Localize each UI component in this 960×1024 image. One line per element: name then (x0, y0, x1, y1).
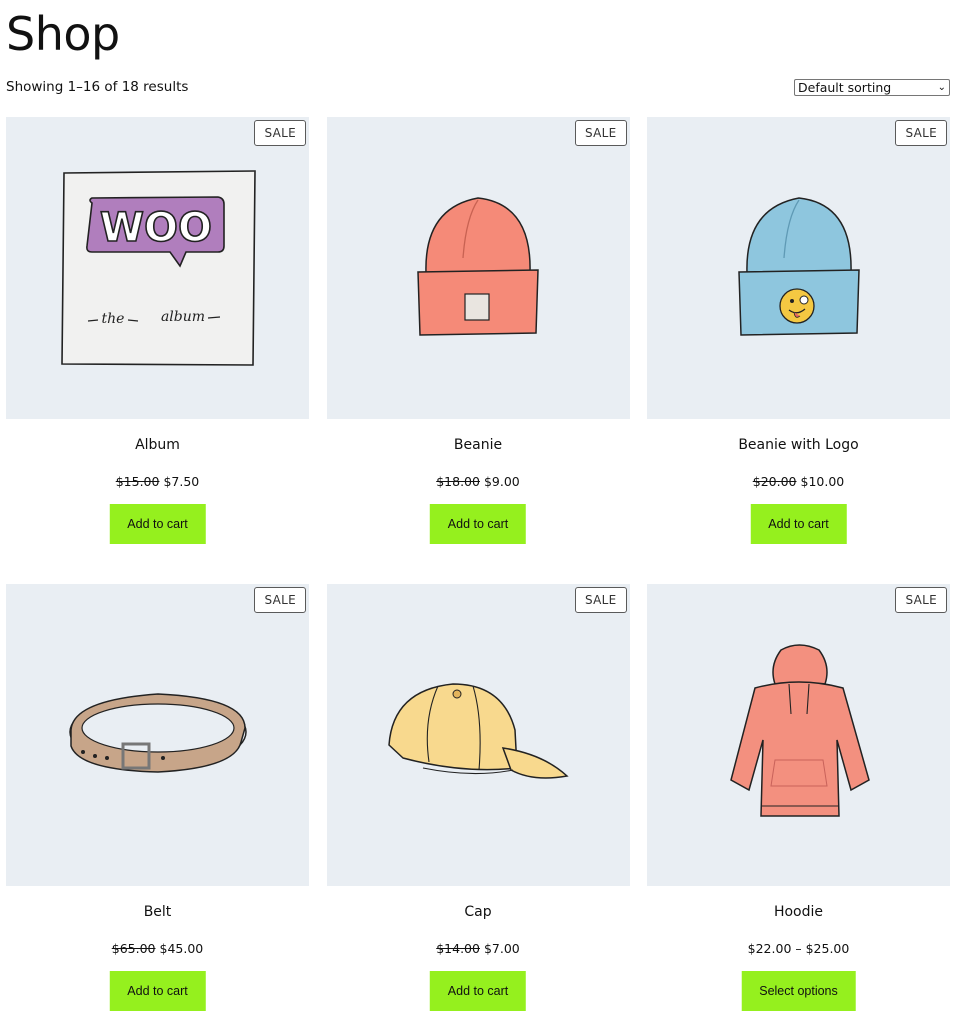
shop-page: Shop Showing 1–16 of 18 results Default … (0, 0, 960, 1024)
product-image[interactable]: SALE (6, 584, 309, 886)
product-name[interactable]: Hoodie (647, 904, 950, 920)
product-name[interactable]: Cap (327, 904, 630, 920)
product-card: SALE Beanie with Logo $20.00 $10.00 Add t… (647, 117, 950, 544)
result-count: Showing 1–16 of 18 results (6, 79, 189, 95)
add-to-cart-button[interactable]: Add to cart (109, 504, 206, 544)
album-art-icon: WOO the album (60, 170, 256, 366)
product-card: SALE Belt $65.00 $45.00 Add to cart (6, 584, 309, 1011)
sale-price: $7.50 (163, 474, 200, 489)
sale-badge: SALE (574, 587, 627, 613)
product-grid: WOO the album SALE Album $15.00 $7.50 Add… (6, 117, 950, 1011)
add-to-cart-button[interactable]: Add to cart (429, 971, 527, 1011)
product-price: $22.00 – $25.00 (647, 941, 950, 956)
sorting-selected-value: Default sorting (798, 80, 892, 95)
sale-price: $45.00 (159, 941, 204, 956)
sale-badge: SALE (254, 587, 306, 613)
product-card: SALE Cap $14.00 $7.00 Add to cart (326, 584, 630, 1011)
sale-price: $7.00 (483, 941, 520, 956)
page-title: Shop (6, 7, 120, 61)
chevron-down-icon: ⌄ (937, 82, 946, 93)
beanie-logo-icon (737, 197, 860, 336)
product-card: SALE Hoodie $22.00 – $25.00 Select optio… (647, 584, 950, 1011)
old-price: $18.00 (436, 474, 480, 489)
product-image[interactable]: WOO the album SALE (6, 117, 309, 419)
sale-price: $9.00 (483, 474, 520, 489)
price-range: $22.00 – $25.00 (747, 941, 850, 956)
sale-price: $10.00 (800, 474, 845, 489)
old-price: $65.00 (111, 941, 156, 956)
sorting-select[interactable]: Default sorting ⌄ (794, 79, 950, 96)
product-image[interactable]: SALE (647, 117, 950, 419)
sale-badge: SALE (895, 587, 947, 613)
sale-badge: SALE (895, 120, 947, 146)
hoodie-icon (729, 644, 870, 817)
product-card: WOO the album SALE Album $15.00 $7.50 Add… (6, 117, 309, 544)
product-price: $65.00 $45.00 (6, 941, 309, 956)
old-price: $15.00 (115, 474, 160, 489)
album-caption-right: album (160, 309, 204, 325)
product-price: $20.00 $10.00 (647, 474, 950, 489)
old-price: $20.00 (752, 474, 797, 489)
product-price: $18.00 $9.00 (327, 474, 630, 489)
product-price: $15.00 $7.50 (6, 474, 309, 489)
album-logo-text: WOO (99, 205, 211, 251)
belt-icon (68, 693, 247, 773)
sale-badge: SALE (254, 120, 306, 146)
product-name[interactable]: Belt (6, 904, 309, 920)
cap-icon (388, 683, 569, 779)
product-name[interactable]: Album (6, 437, 309, 453)
album-caption-left: the (101, 311, 124, 327)
beanie-icon (417, 197, 539, 336)
old-price: $14.00 (436, 941, 480, 956)
product-price: $14.00 $7.00 (327, 941, 630, 956)
sale-badge: SALE (574, 120, 627, 146)
product-card: SALE Beanie $18.00 $9.00 Add to cart (326, 117, 630, 544)
select-options-button[interactable]: Select options (741, 971, 856, 1011)
add-to-cart-button[interactable]: Add to cart (109, 971, 206, 1011)
product-name[interactable]: Beanie (327, 437, 630, 453)
add-to-cart-button[interactable]: Add to cart (750, 504, 847, 544)
add-to-cart-button[interactable]: Add to cart (429, 504, 527, 544)
product-image[interactable]: SALE (647, 584, 950, 886)
product-name[interactable]: Beanie with Logo (647, 437, 950, 453)
product-image[interactable]: SALE (326, 584, 630, 886)
product-image[interactable]: SALE (326, 117, 630, 419)
